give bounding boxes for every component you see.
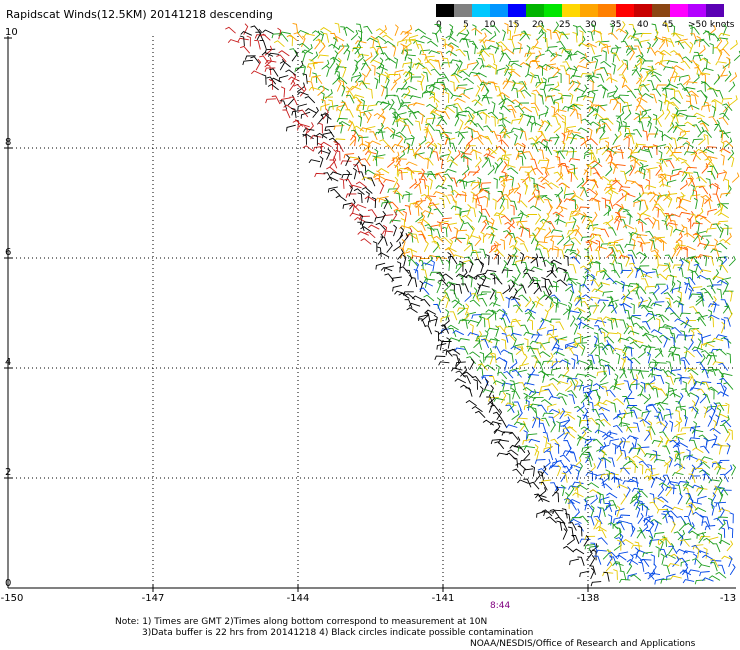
wind-barb [227,39,240,43]
x-label-135w: -13 [719,593,737,604]
y-label-0: 0 [5,578,12,589]
wind-barb-map [4,21,740,592]
y-label-4: 4 [5,357,12,368]
wind-barb [314,172,326,178]
wind-barb [265,98,276,104]
y-label-6: 6 [5,247,12,258]
x-label-147w: -147 [141,593,165,604]
wind-barb [242,59,253,66]
note-line-1: Note: 1) Times are GMT 2)Times along bot… [115,617,488,627]
y-label-10: 10 [5,27,18,38]
x-label-138w: -138 [576,593,600,604]
pass-time-label: 8:44 [490,601,511,611]
x-label-141w: -141 [431,593,455,604]
note-line-2: 3)Data buffer is 22 hrs from 20141218 4)… [142,628,534,638]
y-label-8: 8 [5,137,12,148]
y-label-2: 2 [5,467,12,478]
note-line-3: NOAA/NESDIS/Office of Research and Appli… [470,639,696,649]
x-label-150w: -150 [0,593,24,604]
x-label-144w: -144 [286,593,310,604]
